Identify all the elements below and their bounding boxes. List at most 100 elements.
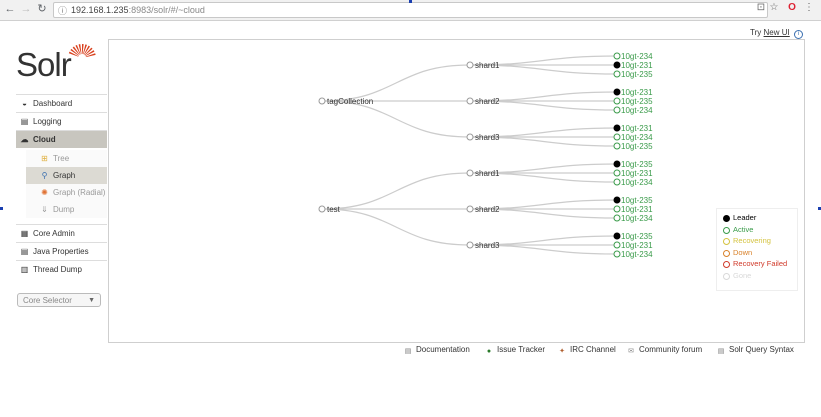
bookmark-star-icon[interactable]: ☆ — [768, 2, 780, 14]
replica-label[interactable]: 10gt-235 — [621, 142, 653, 151]
solr-logo[interactable]: Solr — [16, 38, 101, 83]
back-icon[interactable]: ← — [4, 3, 16, 15]
query-syntax-link[interactable]: ▤ Solr Query Syntax — [717, 345, 794, 356]
sidebar-item-java-properties[interactable]: ▤ Java Properties — [16, 242, 107, 260]
replica-label[interactable]: 10gt-234 — [621, 133, 653, 142]
menu-icon[interactable]: ⋮ — [803, 2, 815, 14]
replica-node[interactable] — [613, 169, 621, 177]
sidebar-item-core-admin[interactable]: ▦ Core Admin — [16, 224, 107, 242]
replica-node[interactable] — [613, 214, 621, 222]
community-forum-link[interactable]: ✉ Community forum — [627, 345, 702, 356]
core-admin-icon: ▦ — [20, 229, 29, 238]
replica-node[interactable] — [613, 133, 621, 141]
address-bar[interactable]: ⓘ 192.168.1.235:8983/solr/#/~cloud — [53, 2, 768, 18]
collection-node[interactable] — [318, 205, 326, 213]
replica-node[interactable] — [613, 106, 621, 114]
shard-label[interactable]: shard1 — [475, 61, 500, 70]
replica-label[interactable]: 10gt-231 — [621, 61, 653, 70]
shard-label[interactable]: shard2 — [475, 97, 500, 106]
replica-label[interactable]: 10gt-234 — [621, 214, 653, 223]
replica-label[interactable]: 10gt-234 — [621, 106, 653, 115]
sidebar-item-tree[interactable]: ⊞ Tree — [26, 150, 107, 167]
shard-label[interactable]: shard3 — [475, 241, 500, 250]
replica-node[interactable] — [613, 70, 621, 78]
info-icon[interactable]: i — [794, 30, 803, 39]
leader-replica-node[interactable] — [613, 196, 621, 204]
shard-node[interactable] — [466, 241, 474, 249]
replica-label[interactable]: 10gt-231 — [621, 88, 653, 97]
replica-label[interactable]: 10gt-234 — [621, 250, 653, 259]
sidebar-item-graph[interactable]: ⚲ Graph — [26, 167, 107, 184]
replica-node[interactable] — [613, 205, 621, 213]
community-forum-icon: ✉ — [628, 348, 634, 355]
sidebar-item-graph-radial[interactable]: ✺ Graph (Radial) — [26, 184, 107, 201]
leader-replica-node[interactable] — [613, 88, 621, 96]
shard-node[interactable] — [466, 61, 474, 69]
new-ui-link[interactable]: New UI — [764, 28, 790, 37]
translate-icon[interactable]: ⊡ — [755, 2, 767, 14]
replica-label[interactable]: 10gt-235 — [621, 196, 653, 205]
replica-label[interactable]: 10gt-235 — [621, 97, 653, 106]
collection-node[interactable] — [318, 97, 326, 105]
sidebar-item-label: Tree — [53, 154, 70, 163]
replica-label[interactable]: 10gt-235 — [621, 232, 653, 241]
shard-label[interactable]: shard1 — [475, 169, 500, 178]
replica-node[interactable] — [613, 97, 621, 105]
page-info-icon[interactable]: ⓘ — [58, 4, 67, 17]
sidebar-item-cloud[interactable]: ☁ Cloud — [16, 130, 107, 148]
documentation-icon: ▤ — [404, 348, 412, 355]
replica-node[interactable] — [613, 52, 621, 60]
sidebar-item-label: Dump — [53, 205, 75, 214]
sidebar-item-logging[interactable]: ▤ Logging — [16, 112, 107, 130]
issue-tracker-link[interactable]: ● Issue Tracker — [485, 345, 545, 356]
legend-label: Active — [733, 224, 754, 234]
sidebar-item-label: Core Admin — [33, 229, 75, 238]
replica-node[interactable] — [613, 142, 621, 150]
shard-node[interactable] — [466, 97, 474, 105]
sidebar-item-dump[interactable]: ⇓ Dump — [26, 201, 107, 218]
replica-label[interactable]: 10gt-235 — [621, 160, 653, 169]
footer-link-label: Community forum — [639, 345, 703, 354]
graph-edge — [321, 64, 471, 102]
shard-label[interactable]: shard2 — [475, 205, 500, 214]
core-selector-label: Core Selector — [23, 296, 72, 305]
try-label: Try — [750, 28, 762, 37]
collection-label[interactable]: test — [327, 205, 341, 214]
graph-icon: ⚲ — [41, 171, 48, 180]
leader-replica-node[interactable] — [613, 124, 621, 132]
sidebar-item-thread-dump[interactable]: ▥ Thread Dump — [16, 260, 107, 278]
shard-node[interactable] — [466, 133, 474, 141]
shard-node[interactable] — [466, 169, 474, 177]
replica-label[interactable]: 10gt-235 — [621, 70, 653, 79]
forward-icon[interactable]: → — [20, 3, 32, 15]
resize-handle-left — [0, 207, 3, 210]
core-selector-dropdown[interactable]: Core Selector ▼ — [17, 293, 101, 307]
replica-label[interactable]: 10gt-234 — [621, 52, 653, 61]
opera-icon[interactable]: O — [786, 2, 798, 14]
collection-label[interactable]: tagCollection — [327, 97, 373, 106]
replica-label[interactable]: 10gt-234 — [621, 178, 653, 187]
replica-node[interactable] — [613, 250, 621, 258]
replica-label[interactable]: 10gt-231 — [621, 169, 653, 178]
reload-icon[interactable]: ↻ — [36, 3, 48, 15]
thread-dump-icon: ▥ — [20, 265, 29, 274]
leader-replica-node[interactable] — [613, 61, 621, 69]
replica-label[interactable]: 10gt-231 — [621, 124, 653, 133]
legend-dot-icon — [723, 249, 730, 257]
documentation-link[interactable]: ▤ Documentation — [404, 345, 470, 356]
sidebar-item-dashboard[interactable]: ◒ Dashboard — [16, 94, 107, 112]
cloud-graph-panel: tagCollection shard1 10gt-234 10gt-231 10gt-… — [108, 39, 805, 343]
shard-label[interactable]: shard3 — [475, 133, 500, 142]
replica-node[interactable] — [613, 241, 621, 249]
sidebar-item-label: Graph (Radial) — [53, 188, 106, 197]
footer-link-label: Issue Tracker — [497, 345, 546, 354]
leader-replica-node[interactable] — [613, 232, 621, 240]
replica-node[interactable] — [613, 178, 621, 186]
shard-node[interactable] — [466, 205, 474, 213]
replica-label[interactable]: 10gt-231 — [621, 205, 653, 214]
sidebar-item-label: Cloud — [33, 135, 56, 144]
leader-replica-node[interactable] — [613, 160, 621, 168]
irc-channel-link[interactable]: ✦ IRC Channel — [558, 345, 616, 356]
legend-label: Gone — [733, 270, 752, 280]
replica-label[interactable]: 10gt-231 — [621, 241, 653, 250]
